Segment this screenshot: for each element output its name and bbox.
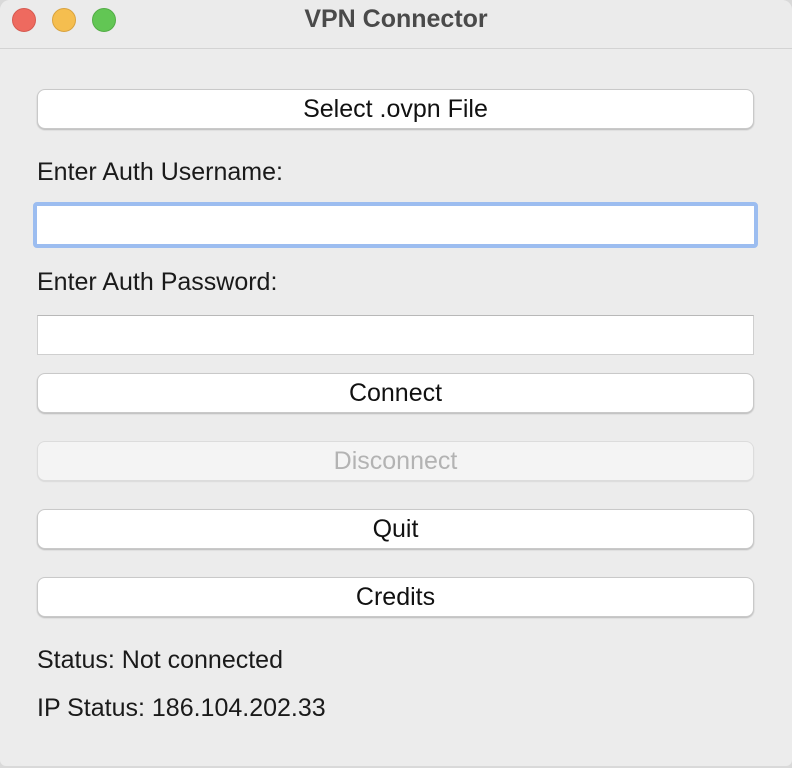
credits-button[interactable]: Credits (37, 577, 754, 617)
select-ovpn-file-button[interactable]: Select .ovpn File (37, 89, 754, 129)
username-input[interactable] (33, 202, 758, 248)
connect-button[interactable]: Connect (37, 373, 754, 413)
disconnect-button[interactable]: Disconnect (37, 441, 754, 481)
password-label: Enter Auth Password: (37, 268, 278, 296)
ip-status: IP Status: 186.104.202.33 (37, 694, 326, 722)
quit-button[interactable]: Quit (37, 509, 754, 549)
username-label: Enter Auth Username: (37, 158, 283, 186)
password-input[interactable] (37, 315, 754, 355)
app-window: VPN Connector Select .ovpn File Enter Au… (0, 0, 792, 766)
window-title: VPN Connector (304, 5, 488, 33)
title-bar: VPN Connector (0, 0, 792, 49)
connection-status: Status: Not connected (37, 646, 283, 674)
